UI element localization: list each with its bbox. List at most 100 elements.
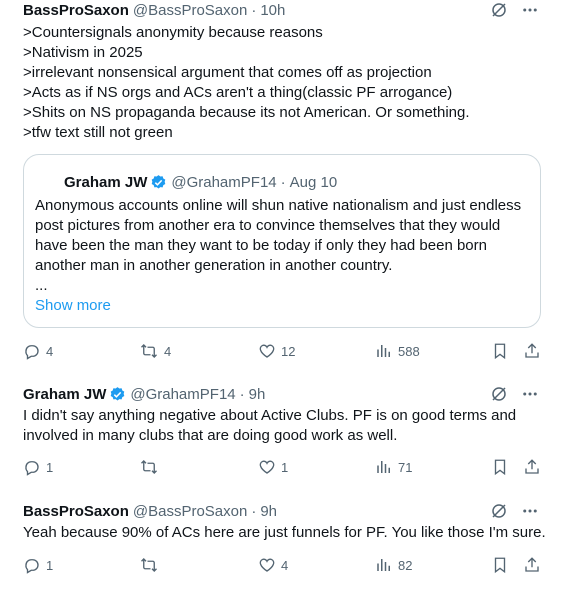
views-button[interactable]: 71: [375, 457, 412, 477]
like-button[interactable]: 1: [258, 457, 288, 477]
more-icon[interactable]: [521, 502, 539, 520]
text-line: ...: [35, 277, 48, 294]
timestamp[interactable]: 10h: [260, 2, 285, 19]
quoted-author-name: Graham JW: [64, 173, 148, 191]
repost-button[interactable]: [139, 457, 164, 477]
grok-icon[interactable]: [490, 502, 508, 520]
views-count: 588: [398, 343, 420, 359]
text-line: another man in another generation in ano…: [35, 257, 393, 274]
tweet-1[interactable]: BassProSaxon @BassProSaxon · 10h >Counte…: [0, 0, 569, 370]
text-line: Anonymous accounts online will shun nati…: [35, 197, 522, 214]
timestamp[interactable]: 9h: [249, 386, 266, 403]
like-icon: [258, 342, 276, 360]
repost-icon: [139, 556, 159, 574]
text-line: >Shits on NS propaganda because its not …: [23, 104, 470, 121]
like-icon: [258, 458, 276, 476]
action-bar: 4 4 12 588: [23, 341, 543, 361]
share-icon: [523, 458, 541, 476]
bookmark-button[interactable]: [491, 555, 509, 575]
repost-icon: [139, 458, 159, 476]
reply-icon: [23, 556, 41, 574]
views-icon: [375, 556, 393, 574]
like-count: 12: [281, 343, 296, 359]
repost-icon: [139, 342, 159, 360]
repost-count: 4: [164, 343, 172, 359]
like-button[interactable]: 12: [258, 341, 295, 361]
share-button[interactable]: [523, 457, 541, 477]
header-actions: [490, 0, 539, 20]
share-button[interactable]: [523, 341, 541, 361]
text-line: >Nativism in 2025: [23, 44, 143, 61]
views-icon: [375, 342, 393, 360]
more-icon[interactable]: [521, 1, 539, 19]
author-handle[interactable]: @BassProSaxon: [133, 503, 247, 520]
text-line: >Countersignals anonymity because reason…: [23, 24, 323, 41]
text-line: >tfw text still not green: [23, 124, 173, 141]
tweet-header: BassProSaxon @BassProSaxon · 9h: [23, 501, 277, 521]
text-line: I didn't say anything negative about Act…: [23, 407, 517, 424]
text-line: involved in many clubs that are doing go…: [23, 427, 398, 444]
author-handle[interactable]: @BassProSaxon: [133, 2, 247, 19]
views-count: 71: [398, 459, 413, 475]
separator-dot: ·: [239, 385, 245, 403]
quoted-author-handle: @GrahamPF14: [171, 173, 277, 191]
like-button[interactable]: 4: [258, 555, 288, 575]
bookmark-icon: [491, 556, 509, 574]
tweet-3[interactable]: BassProSaxon @BassProSaxon · 9h Yeah bec…: [0, 501, 569, 586]
reply-count: 1: [46, 459, 54, 475]
views-icon: [375, 458, 393, 476]
share-button[interactable]: [523, 555, 541, 575]
tweet-text: I didn't say anything negative about Act…: [23, 406, 543, 446]
tweet-text: >Countersignals anonymity because reason…: [23, 23, 543, 143]
reply-button[interactable]: 1: [23, 555, 53, 575]
verified-badge-icon: [109, 386, 126, 403]
reply-count: 1: [46, 557, 54, 573]
share-icon: [523, 556, 541, 574]
grok-icon[interactable]: [490, 385, 508, 403]
repost-button[interactable]: 4: [139, 341, 171, 361]
author-name[interactable]: BassProSaxon: [23, 2, 129, 19]
author-name[interactable]: Graham JW: [23, 386, 106, 403]
author-name[interactable]: BassProSaxon: [23, 503, 129, 520]
reply-count: 4: [46, 343, 54, 359]
timestamp[interactable]: 9h: [260, 503, 277, 520]
views-count: 82: [398, 557, 413, 573]
like-count: 4: [281, 557, 289, 573]
reply-button[interactable]: 1: [23, 457, 53, 477]
views-button[interactable]: 588: [375, 341, 420, 361]
text-line: >Acts as if NS orgs and ACs aren't a thi…: [23, 84, 453, 101]
like-icon: [258, 556, 276, 574]
show-more-link[interactable]: Show more: [35, 296, 111, 316]
quoted-timestamp: Aug 10: [289, 173, 338, 191]
text-line: post pictures from another era to convin…: [35, 217, 501, 234]
tweet-header: BassProSaxon @BassProSaxon · 10h: [23, 0, 285, 20]
more-icon[interactable]: [521, 385, 539, 403]
text-line: Yeah because 90% of ACs here are just fu…: [23, 524, 546, 541]
views-button[interactable]: 82: [375, 555, 412, 575]
text-line: have been the man they want to be today …: [35, 237, 487, 254]
tweet-header: Graham JW @GrahamPF14 · 9h: [23, 384, 265, 404]
tweet-2[interactable]: Graham JW @GrahamPF14 · 9h I didn't say …: [0, 384, 569, 484]
bookmark-button[interactable]: [491, 341, 509, 361]
share-icon: [523, 342, 541, 360]
grok-icon[interactable]: [490, 1, 508, 19]
header-actions: [490, 501, 539, 521]
quoted-tweet[interactable]: Graham JW @GrahamPF14 · Aug 10 Anonymous…: [23, 154, 541, 328]
quoted-tweet-text: Anonymous accounts online will shun nati…: [35, 196, 535, 296]
separator-dot: ·: [251, 502, 257, 520]
action-bar: 1 4 82: [23, 555, 543, 575]
bookmark-icon: [491, 342, 509, 360]
reply-icon: [23, 458, 41, 476]
text-line: >irrelevant nonsensical argument that co…: [23, 64, 432, 81]
reply-icon: [23, 342, 41, 360]
quoted-tweet-header: Graham JW @GrahamPF14 · Aug 10: [64, 171, 337, 193]
verified-badge-icon: [150, 174, 167, 191]
header-actions: [490, 384, 539, 404]
reply-button[interactable]: 4: [23, 341, 53, 361]
repost-button[interactable]: [139, 555, 164, 575]
separator-dot: ·: [251, 1, 257, 19]
bookmark-icon: [491, 458, 509, 476]
author-handle[interactable]: @GrahamPF14: [130, 386, 235, 403]
bookmark-button[interactable]: [491, 457, 509, 477]
tweet-text: Yeah because 90% of ACs here are just fu…: [23, 523, 546, 543]
